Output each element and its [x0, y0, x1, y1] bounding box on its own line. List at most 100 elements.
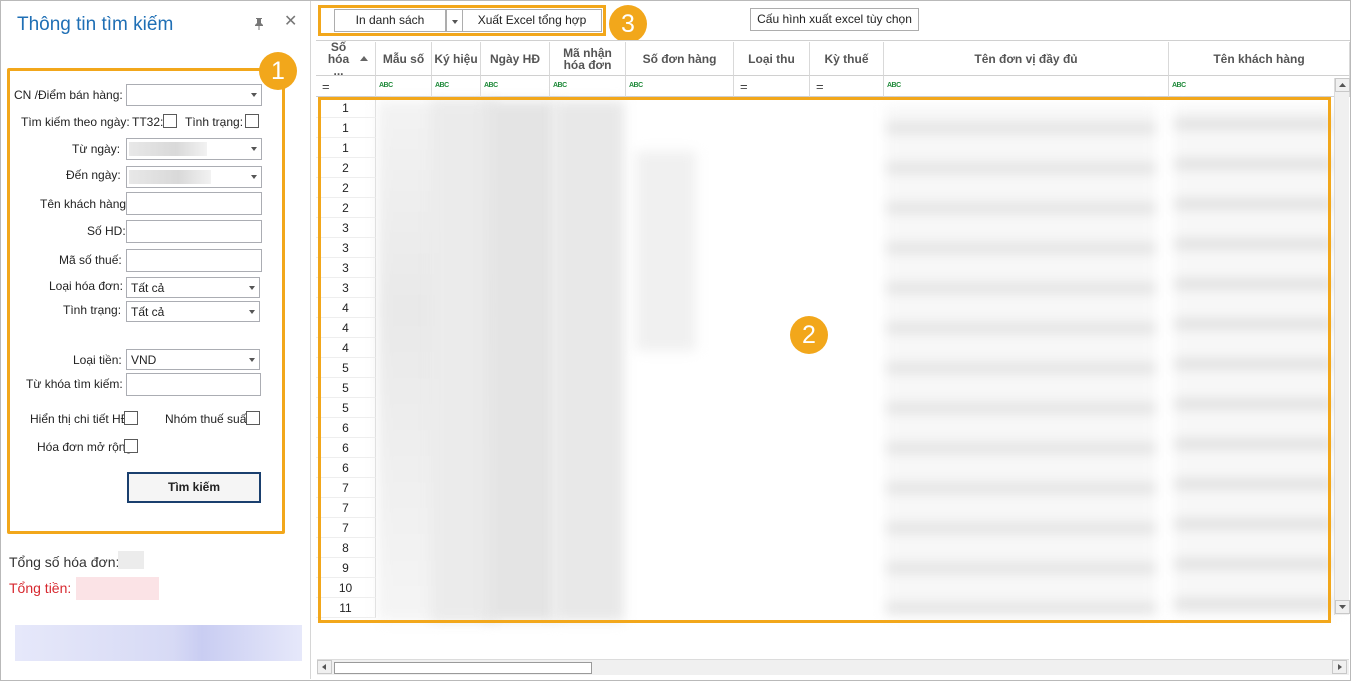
- from-date-picker[interactable]: [126, 138, 262, 160]
- column-header-label: Số đơn hàng: [642, 51, 717, 66]
- show-detail-checkbox[interactable]: [124, 411, 138, 425]
- status-value: Tất cả: [131, 305, 165, 319]
- chevron-down-icon: [251, 175, 257, 179]
- status-label: Tình trạng:: [63, 303, 122, 317]
- tax-group-checkbox[interactable]: [246, 411, 260, 425]
- invoice-type-value: Tất cả: [131, 281, 165, 295]
- column-header[interactable]: Ký hiệu: [432, 42, 481, 76]
- column-header[interactable]: Tên đơn vị đầy đủ: [884, 42, 1169, 76]
- badge-1: 1: [259, 52, 297, 90]
- search-button[interactable]: Tìm kiếm: [127, 472, 261, 503]
- column-header[interactable]: Ngày HĐ: [481, 42, 550, 76]
- to-date-picker[interactable]: [126, 166, 262, 188]
- column-header[interactable]: Tên khách hàng: [1169, 42, 1350, 76]
- status-select[interactable]: Tất cả: [126, 301, 260, 322]
- text-filter-icon: ABC: [629, 82, 643, 89]
- column-header-label: Kỳ thuế: [824, 51, 869, 66]
- invoice-type-select[interactable]: Tất cả: [126, 277, 260, 298]
- total-amount-value: [76, 577, 159, 600]
- scroll-up-arrow[interactable]: [1335, 78, 1350, 92]
- scroll-right-arrow[interactable]: [1332, 660, 1347, 674]
- invoice-no-label: Số HD:: [87, 224, 126, 238]
- search-form: CN /Điểm bán hàng: Tìm kiếm theo ngày: T…: [7, 68, 285, 534]
- chevron-down-icon: [249, 310, 255, 314]
- column-header[interactable]: Mẫu số: [376, 42, 432, 76]
- column-header-label: Tên khách hàng: [1213, 51, 1305, 66]
- column-header[interactable]: Số đơn hàng: [626, 42, 734, 76]
- column-filter-cell[interactable]: ABC: [884, 76, 1169, 97]
- badge-3: 3: [609, 5, 647, 43]
- column-filter-cell[interactable]: ABC: [626, 76, 734, 97]
- total-invoices-label: Tổng số hóa đơn:: [9, 554, 120, 570]
- config-export-button[interactable]: Cấu hình xuất excel tùy chọn: [750, 8, 919, 31]
- text-filter-icon: ABC: [435, 82, 449, 89]
- chevron-down-icon: [249, 286, 255, 290]
- column-header-label: Loại thu: [748, 51, 795, 66]
- invoice-type-label: Loại hóa đơn:: [49, 279, 123, 293]
- status-checkbox[interactable]: [245, 114, 259, 128]
- total-invoices-value: [118, 551, 144, 569]
- column-header[interactable]: Số hóa ...: [316, 39, 376, 78]
- close-icon[interactable]: ✕: [284, 14, 298, 30]
- scroll-left-arrow[interactable]: [317, 660, 332, 674]
- keyword-label: Từ khóa tìm kiếm:: [26, 377, 123, 391]
- equals-filter-icon: =: [816, 79, 824, 94]
- invoice-no-input[interactable]: [126, 220, 262, 243]
- horizontal-scrollbar[interactable]: [317, 659, 1349, 675]
- extended-invoice-checkbox[interactable]: [124, 439, 138, 453]
- blurred-footer-bar: [15, 625, 302, 661]
- panel-title: Thông tin tìm kiếm: [17, 14, 174, 35]
- column-header-label: Ngày HĐ: [489, 51, 540, 66]
- tax-code-input[interactable]: [126, 249, 262, 272]
- chevron-down-icon: [251, 147, 257, 151]
- column-header[interactable]: Loại thu: [734, 42, 810, 76]
- chevron-down-icon: [249, 358, 255, 362]
- vertical-scrollbar[interactable]: [1334, 78, 1350, 615]
- column-filter-cell[interactable]: =: [316, 76, 376, 97]
- equals-filter-icon: =: [740, 79, 748, 94]
- branch-select[interactable]: [126, 84, 262, 106]
- column-filter-cell[interactable]: ABC: [550, 76, 626, 97]
- badge-2: 2: [790, 316, 828, 354]
- currency-select[interactable]: VND: [126, 349, 260, 370]
- column-filter-cell[interactable]: ABC: [376, 76, 432, 97]
- horizontal-scroll-thumb[interactable]: [334, 662, 592, 674]
- column-filter-cell[interactable]: =: [810, 76, 884, 97]
- column-filter-cell[interactable]: ABC: [432, 76, 481, 97]
- tt32-label: TT32:: [132, 115, 164, 129]
- column-header-label: Số hóa ...: [327, 39, 350, 78]
- customer-name-label: Tên khách hàng:: [40, 197, 130, 211]
- column-header[interactable]: Mã nhận hóa đơn: [550, 42, 626, 76]
- text-filter-icon: ABC: [887, 82, 901, 89]
- branch-label: CN /Điểm bán hàng:: [14, 88, 123, 102]
- column-filter-cell[interactable]: =: [734, 76, 810, 97]
- text-filter-icon: ABC: [553, 82, 567, 89]
- keyword-input[interactable]: [126, 373, 261, 396]
- to-date-label: Đến ngày:: [66, 168, 121, 182]
- status-check-label: Tình trạng:: [185, 115, 244, 129]
- show-detail-label: Hiển thị chi tiết HĐ: [30, 412, 130, 426]
- total-amount-label: Tổng tiền:: [9, 580, 72, 596]
- column-header-label: Tên đơn vị đầy đủ: [974, 51, 1078, 66]
- sort-ascending-icon: [359, 56, 368, 61]
- text-filter-icon: ABC: [379, 82, 393, 89]
- scroll-down-arrow[interactable]: [1335, 600, 1350, 614]
- pin-icon[interactable]: [253, 17, 265, 31]
- tt32-checkbox[interactable]: [163, 114, 177, 128]
- equals-filter-icon: =: [322, 79, 330, 94]
- search-by-date-label: Tìm kiếm theo ngày:: [21, 115, 130, 129]
- chevron-down-icon: [251, 93, 257, 97]
- extended-invoice-label: Hóa đơn mở rộng: [37, 440, 133, 454]
- column-filter-cell[interactable]: ABC: [481, 76, 550, 97]
- search-panel: Thông tin tìm kiếm ✕ CN /Điểm bán hàng: …: [1, 1, 311, 679]
- tax-group-label: Nhóm thuế suất: [165, 412, 250, 426]
- customer-name-input[interactable]: [126, 192, 262, 215]
- column-filter-cell[interactable]: ABC: [1169, 76, 1350, 97]
- column-header-label: Ký hiệu: [434, 51, 478, 66]
- from-date-label: Từ ngày:: [72, 142, 121, 156]
- toolbar-highlight: [318, 5, 606, 36]
- column-header[interactable]: Kỳ thuế: [810, 42, 884, 76]
- text-filter-icon: ABC: [1172, 82, 1186, 89]
- currency-value: VND: [131, 353, 157, 367]
- column-header-label: Mẫu số: [382, 51, 425, 66]
